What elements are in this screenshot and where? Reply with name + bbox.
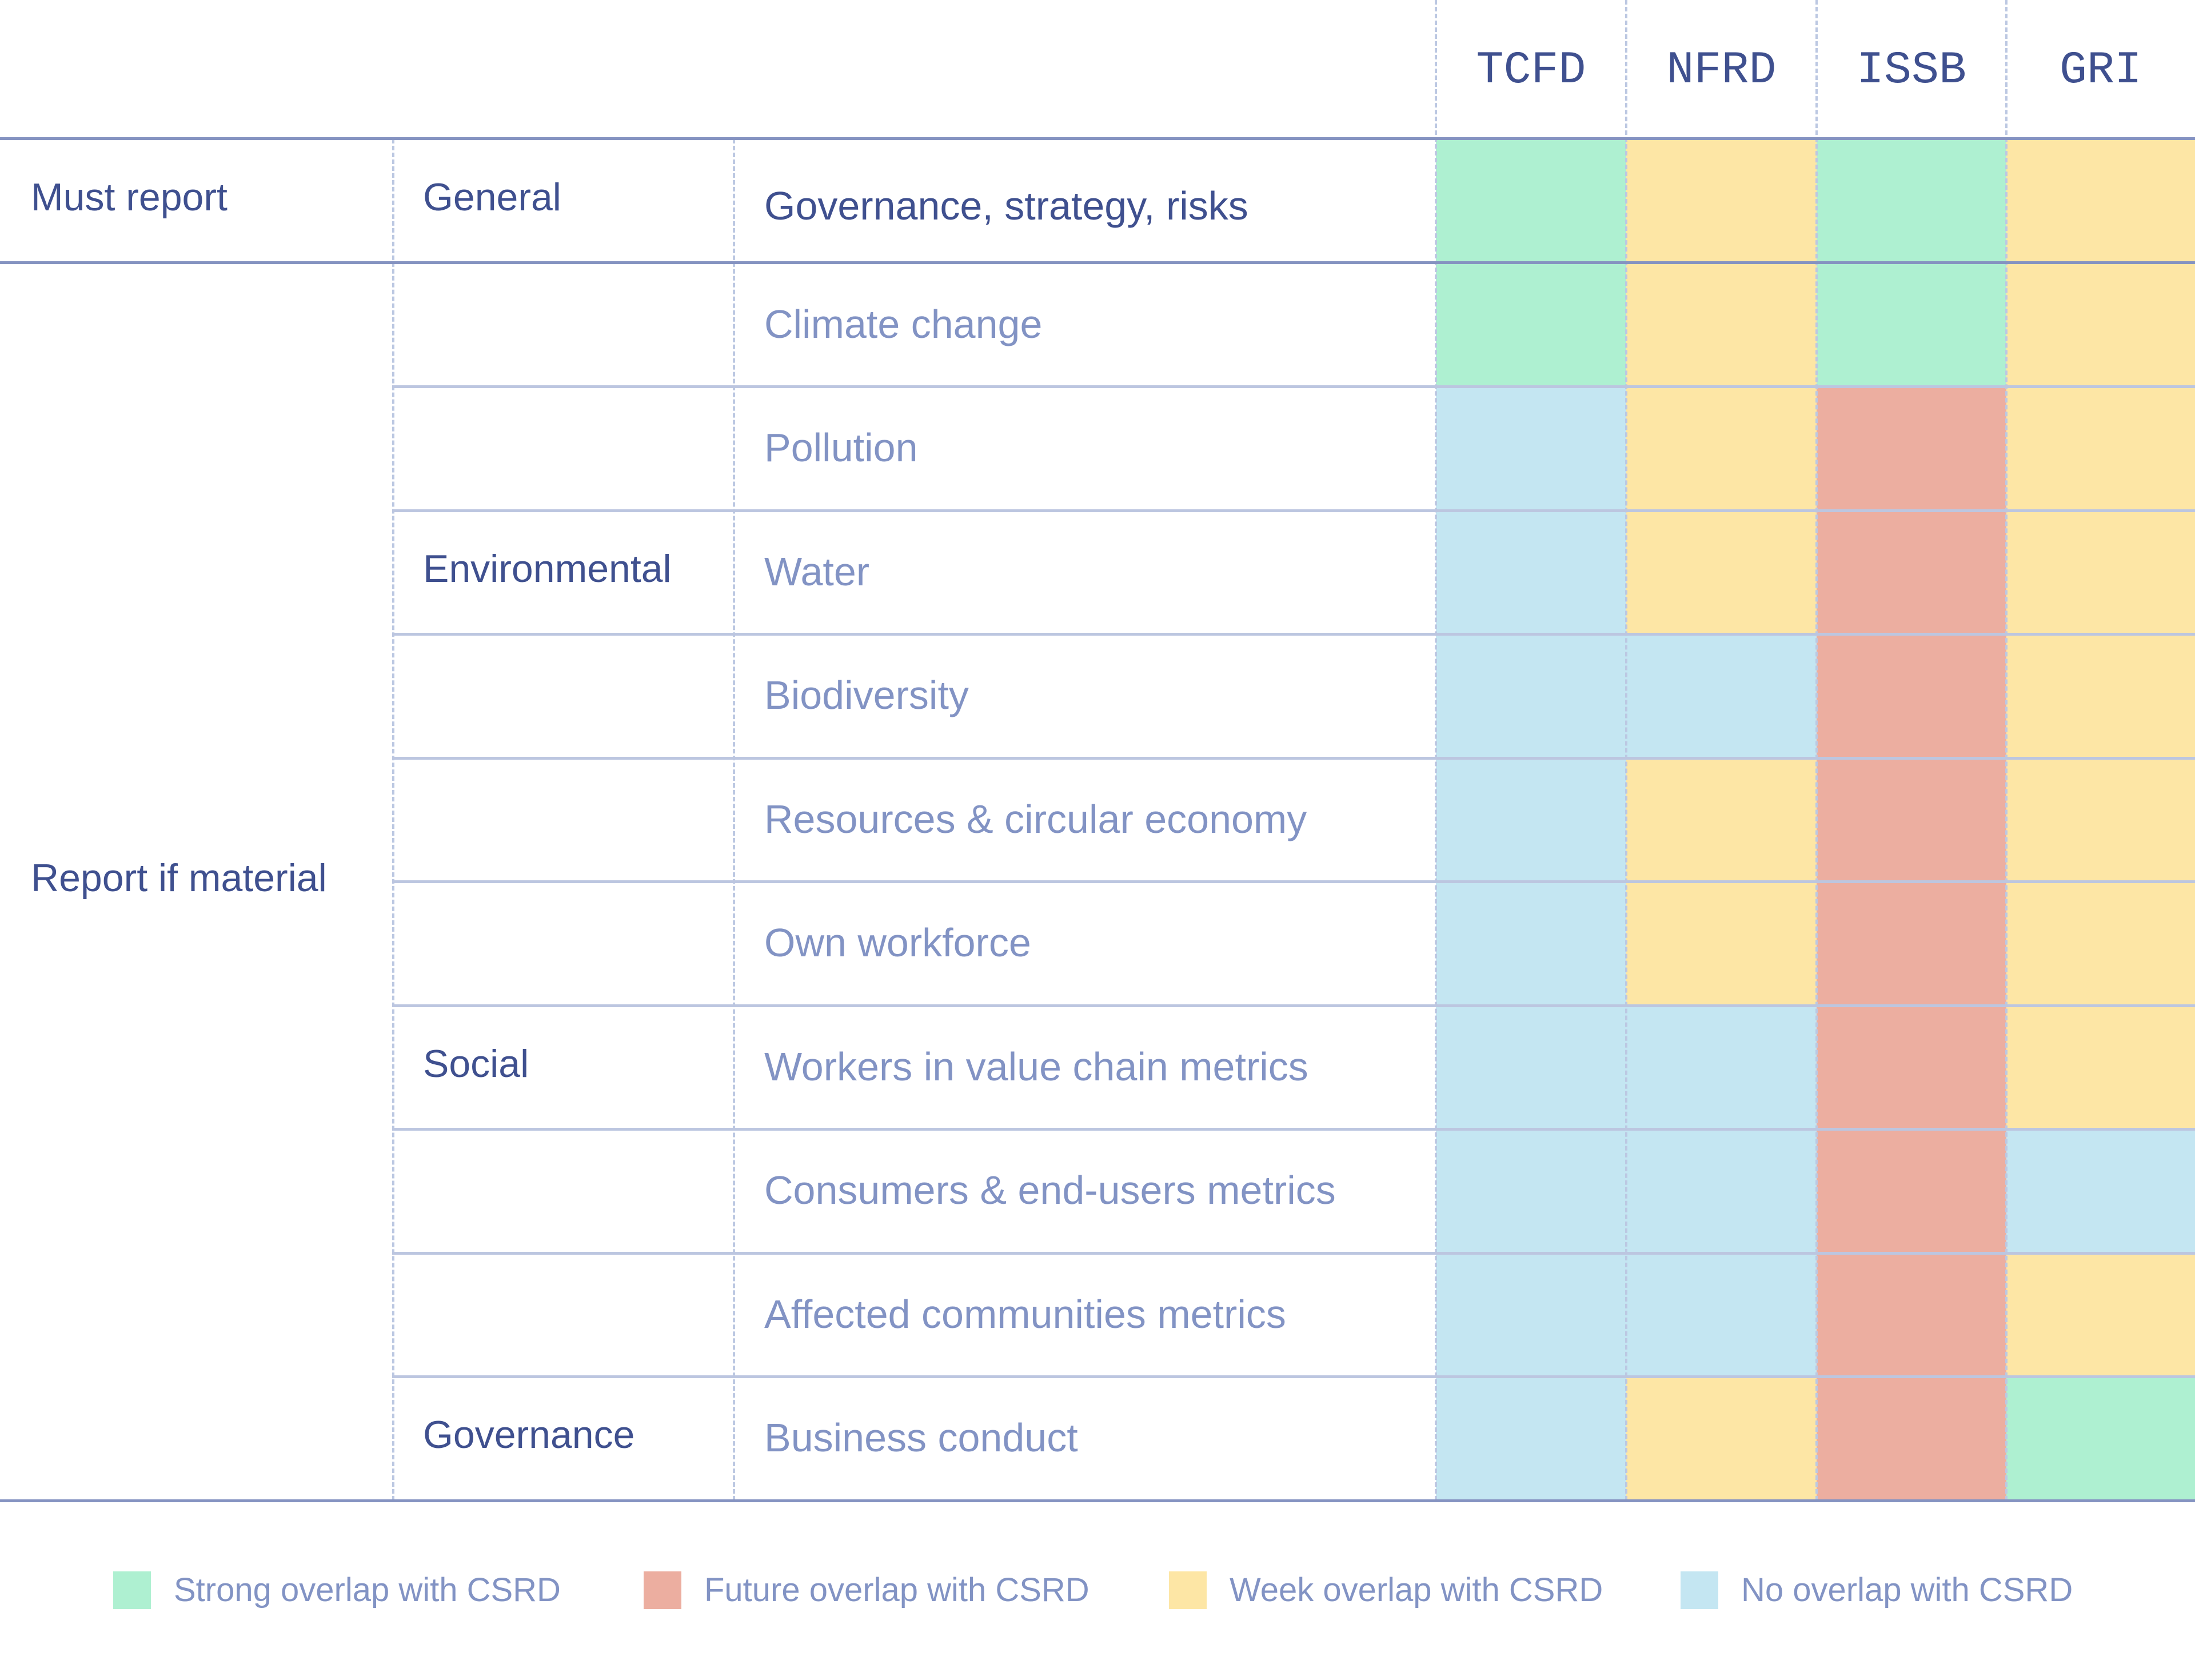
topic-label: Resources & circular economy [764, 796, 1307, 841]
matrix-cell-gri-weak [2006, 1005, 2195, 1129]
legend-swatch [113, 1571, 151, 1609]
topic-label: Affected communities metrics [764, 1291, 1286, 1336]
column-header-tcfd: TCFD [1476, 45, 1586, 97]
topic-label: Business conduct [764, 1415, 1078, 1460]
row-separator [392, 385, 2195, 388]
topic-divider [733, 139, 735, 1501]
topic-label: Climate change [764, 301, 1043, 346]
matrix-cell-gri-weak [2006, 634, 2195, 758]
category-label: Governance [423, 1413, 635, 1457]
matrix-cell-tcfd-strong [1436, 262, 1626, 386]
matrix-cell-gri-weak [2006, 262, 2195, 386]
matrix-cell-gri-weak [2006, 386, 2195, 510]
matrix-cell-gri-weak [2006, 881, 2195, 1005]
column-divider [2005, 0, 2008, 1501]
matrix-cell-nfrd-weak [1626, 510, 1817, 634]
matrix-cell-tcfd-none [1436, 510, 1626, 634]
matrix-cell-gri-weak [2006, 139, 2195, 263]
matrix-cell-issb-future [1817, 1252, 2006, 1376]
column-header-issb: ISSB [1856, 45, 1967, 97]
matrix-cell-nfrd-weak [1626, 386, 1817, 510]
table-bottom-border [0, 1499, 2195, 1502]
row-separator [392, 509, 2195, 512]
topic-label: Governance, strategy, risks [764, 183, 1248, 229]
matrix-cell-nfrd-none [1626, 1129, 1817, 1253]
matrix-cell-nfrd-none [1626, 1005, 1817, 1129]
legend-item-strong: Strong overlap with CSRD [113, 1571, 561, 1609]
legend-label: Week overlap with CSRD [1230, 1571, 1603, 1609]
matrix-cell-issb-strong [1817, 262, 2006, 386]
requirement-label: Must report [31, 175, 228, 220]
matrix-cell-tcfd-none [1436, 1005, 1626, 1129]
matrix-cell-nfrd-none [1626, 1252, 1817, 1376]
column-divider [1625, 0, 1627, 1501]
matrix-cell-tcfd-none [1436, 386, 1626, 510]
category-divider [392, 139, 394, 1501]
header-separator [0, 137, 2195, 140]
matrix-cell-gri-weak [2006, 757, 2195, 881]
matrix-cell-tcfd-none [1436, 757, 1626, 881]
category-label: General [423, 175, 561, 220]
matrix-cell-issb-future [1817, 634, 2006, 758]
matrix-cell-nfrd-none [1626, 634, 1817, 758]
column-header-nfrd: NFRD [1666, 45, 1777, 97]
row-separator [392, 1004, 2195, 1007]
row-separator [392, 1375, 2195, 1378]
column-header-gri: GRI [2059, 45, 2142, 97]
matrix-cell-nfrd-weak [1626, 1376, 1817, 1501]
matrix-cell-nfrd-weak [1626, 262, 1817, 386]
matrix-cell-tcfd-none [1436, 881, 1626, 1005]
group-separator [0, 261, 2195, 264]
legend-swatch [644, 1571, 681, 1609]
topic-label: Workers in value chain metrics [764, 1044, 1308, 1089]
column-divider [1815, 0, 1818, 1501]
matrix-cell-tcfd-none [1436, 1252, 1626, 1376]
matrix-cell-issb-future [1817, 1376, 2006, 1501]
matrix-cell-issb-future [1817, 1005, 2006, 1129]
row-separator [392, 1251, 2195, 1255]
matrix-cell-gri-strong [2006, 1376, 2195, 1501]
matrix-cell-gri-weak [2006, 1252, 2195, 1376]
matrix-cell-issb-strong [1817, 139, 2006, 263]
category-label: Social [423, 1041, 529, 1086]
matrix-cell-tcfd-none [1436, 1129, 1626, 1253]
matrix-cell-tcfd-none [1436, 1376, 1626, 1501]
topic-label: Water [764, 549, 870, 594]
matrix-cell-issb-future [1817, 757, 2006, 881]
matrix-cell-nfrd-weak [1626, 139, 1817, 263]
matrix-cell-nfrd-weak [1626, 757, 1817, 881]
matrix-cell-issb-future [1817, 386, 2006, 510]
overlap-matrix: TCFD NFRD ISSB GRI Must report Report if mate… [0, 0, 2195, 1680]
matrix-cell-nfrd-weak [1626, 881, 1817, 1005]
topic-label: Own workforce [764, 920, 1031, 965]
matrix-cell-tcfd-strong [1436, 139, 1626, 263]
matrix-cell-gri-weak [2006, 510, 2195, 634]
row-separator [392, 880, 2195, 883]
matrix-cell-issb-future [1817, 510, 2006, 634]
row-separator [392, 1128, 2195, 1131]
legend-swatch [1681, 1571, 1718, 1609]
requirement-label: Report if material [31, 856, 327, 900]
legend-label: No overlap with CSRD [1741, 1571, 2073, 1609]
legend-item-future: Future overlap with CSRD [644, 1571, 1089, 1609]
topic-label: Pollution [764, 425, 918, 470]
matrix-cell-issb-future [1817, 881, 2006, 1005]
legend-item-weak: Week overlap with CSRD [1169, 1571, 1603, 1609]
matrix-cell-gri-none [2006, 1129, 2195, 1253]
matrix-cell-tcfd-none [1436, 634, 1626, 758]
topic-label: Consumers & end-users metrics [764, 1168, 1336, 1213]
row-separator [392, 756, 2195, 760]
column-divider [1435, 0, 1437, 1501]
legend-label: Future overlap with CSRD [704, 1571, 1089, 1609]
legend-swatch [1169, 1571, 1207, 1609]
category-label: Environmental [423, 546, 672, 590]
legend-item-none: No overlap with CSRD [1681, 1571, 2073, 1609]
matrix-cell-issb-future [1817, 1129, 2006, 1253]
legend-label: Strong overlap with CSRD [174, 1571, 561, 1609]
topic-label: Biodiversity [764, 673, 969, 718]
row-separator [392, 633, 2195, 636]
